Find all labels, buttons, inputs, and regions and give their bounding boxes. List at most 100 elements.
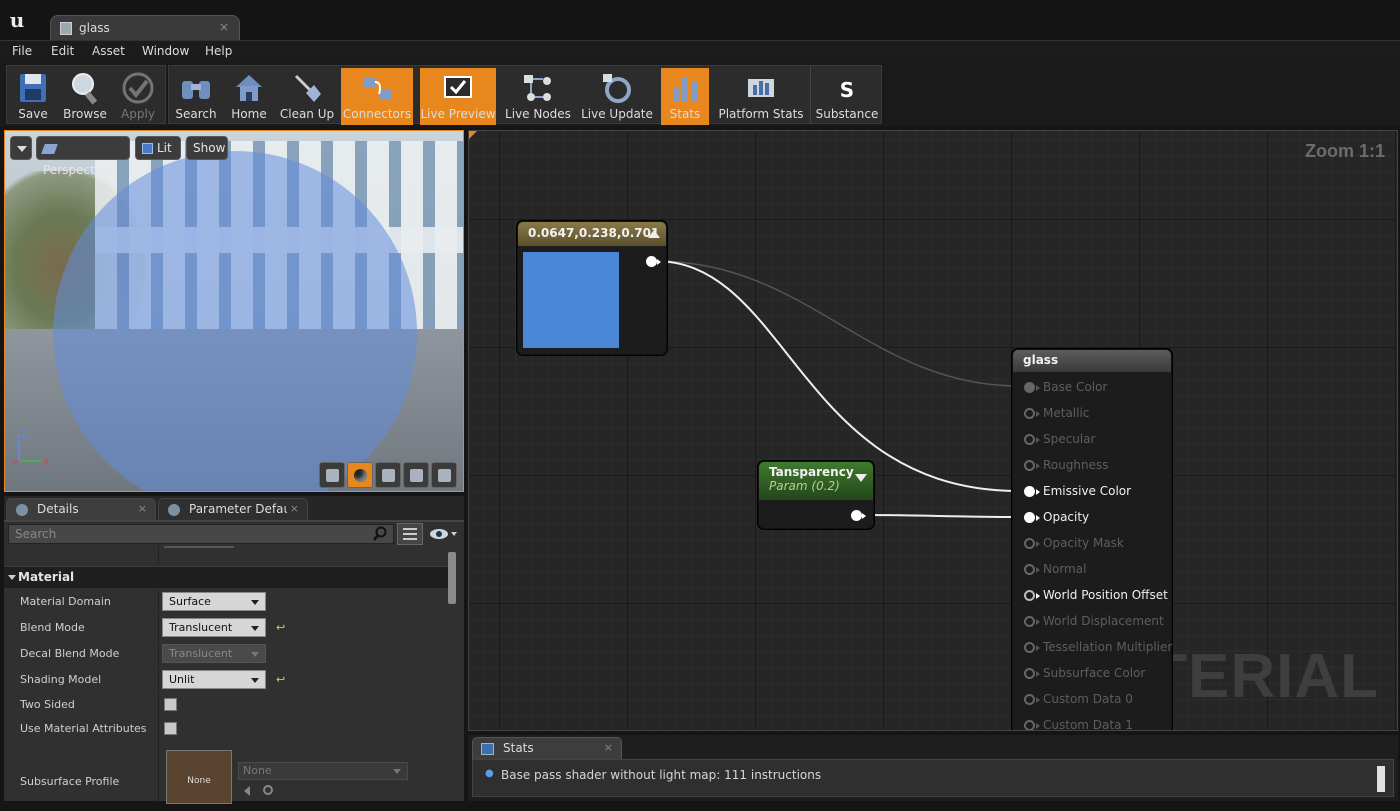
input-pin[interactable]	[1024, 460, 1035, 471]
input-specular[interactable]: Specular	[1013, 427, 1173, 453]
details-search-input[interactable]: Search	[8, 524, 394, 544]
constant-node-header[interactable]: 0.0647,0.238,0.701	[518, 222, 666, 246]
input-world-displacement[interactable]: World Displacement	[1013, 609, 1173, 635]
input-pin[interactable]	[1024, 564, 1035, 575]
two-sided-checkbox[interactable]	[164, 698, 177, 711]
platform-stats-button[interactable]: Platform Stats	[715, 68, 807, 125]
input-world-position-offset[interactable]: World Position Offset	[1013, 583, 1173, 609]
material-domain-select[interactable]: Surface	[162, 592, 266, 611]
input-custom-data-0[interactable]: Custom Data 0	[1013, 687, 1173, 713]
apply-button[interactable]: Apply	[113, 68, 163, 125]
stats-body: ● Base pass shader without light map: 11…	[472, 759, 1394, 797]
material-result-node[interactable]: glass Base Color Metallic Specular Roughnes…	[1012, 349, 1173, 730]
collapse-arrow-icon[interactable]	[648, 230, 660, 238]
subsurface-profile-select[interactable]: None	[238, 762, 408, 780]
view-options-button[interactable]	[397, 523, 423, 545]
input-pin[interactable]	[1024, 694, 1035, 705]
input-pin[interactable]	[1024, 590, 1035, 601]
asset-picker-icons[interactable]	[242, 784, 278, 798]
use-material-attributes-checkbox[interactable]	[164, 722, 177, 735]
blend-mode-select[interactable]: Translucent	[162, 618, 266, 637]
input-metallic[interactable]: Metallic	[1013, 401, 1173, 427]
input-tessellation-multiplier[interactable]: Tessellation Multiplier	[1013, 635, 1173, 661]
menu-help[interactable]: Help	[205, 44, 232, 58]
input-emissive-color[interactable]: Emissive Color	[1013, 479, 1173, 505]
close-icon[interactable]: ×	[604, 741, 613, 754]
binoculars-icon	[182, 81, 210, 99]
live-preview-button[interactable]: Live Preview	[420, 68, 496, 125]
menu-window[interactable]: Window	[142, 44, 189, 58]
input-normal[interactable]: Normal	[1013, 557, 1173, 583]
eye-icon[interactable]	[427, 524, 459, 544]
stats-button[interactable]: Stats	[661, 68, 709, 125]
input-base-color[interactable]: Base Color	[1013, 375, 1173, 401]
close-icon[interactable]: ×	[290, 502, 299, 515]
close-icon[interactable]: ×	[138, 502, 147, 515]
input-opacity[interactable]: Opacity	[1013, 505, 1173, 531]
connectors-label: Connectors	[342, 107, 412, 121]
show-button[interactable]: Show	[186, 136, 228, 160]
preview-plane-button[interactable]	[375, 462, 401, 488]
constant-output-pin[interactable]	[646, 256, 657, 267]
stats-scrollbar[interactable]	[1377, 766, 1385, 792]
input-pin[interactable]	[1024, 434, 1035, 445]
preview-mesh-button[interactable]	[431, 462, 457, 488]
search-button[interactable]: Search	[171, 68, 221, 125]
collapse-arrow-icon[interactable]	[855, 474, 867, 482]
perspective-button[interactable]: Perspective	[36, 136, 130, 177]
viewport-options-button[interactable]	[10, 136, 32, 160]
shading-model-select[interactable]: Unlit	[162, 670, 266, 689]
input-pin[interactable]	[1024, 720, 1035, 730]
save-button[interactable]: Save	[9, 68, 57, 125]
tab-details[interactable]: Details ×	[6, 498, 156, 520]
wire-emissive[interactable]	[654, 260, 1020, 492]
menu-file[interactable]: File	[12, 44, 32, 58]
preview-viewport[interactable]: Perspective Lit Show ZX	[4, 130, 464, 492]
live-update-button[interactable]: Live Update	[579, 68, 655, 125]
material-graph[interactable]: Zoom 1:1 MATERIAL 0.0647,0.238,0.701 Tan…	[468, 130, 1398, 731]
reset-to-default-icon[interactable]: ↩	[276, 673, 285, 686]
home-button[interactable]: Home	[225, 68, 273, 125]
preview-sphere-button[interactable]	[347, 462, 373, 488]
scalar-parameter-node[interactable]: Tansparency Param (0.2)	[758, 461, 874, 529]
input-subsurface-color[interactable]: Subsurface Color	[1013, 661, 1173, 687]
tab-stats[interactable]: Stats ×	[472, 737, 622, 759]
input-pin[interactable]	[1024, 486, 1035, 497]
lit-button[interactable]: Lit	[135, 136, 181, 160]
input-pin[interactable]	[1024, 382, 1035, 393]
input-pin[interactable]	[1024, 538, 1035, 549]
input-pin[interactable]	[1024, 616, 1035, 627]
document-tab[interactable]: glass ×	[50, 15, 240, 41]
search-icon[interactable]	[372, 526, 388, 542]
input-label: World Displacement	[1043, 614, 1164, 628]
input-pin[interactable]	[1024, 668, 1035, 679]
parameter-output-pin[interactable]	[851, 510, 862, 521]
search-label: Search	[175, 107, 217, 121]
substance-button[interactable]: S Substance	[813, 68, 881, 125]
preview-cylinder-button[interactable]	[319, 462, 345, 488]
connectors-button[interactable]: Connectors	[341, 68, 413, 125]
preview-cube-button[interactable]	[403, 462, 429, 488]
wire-opacity[interactable]	[861, 514, 1020, 518]
live-nodes-button[interactable]: Live Nodes	[501, 68, 575, 125]
input-opacity-mask[interactable]: Opacity Mask	[1013, 531, 1173, 557]
reset-to-default-icon[interactable]: ↩	[276, 621, 285, 634]
clean-up-button[interactable]: Clean Up	[277, 68, 337, 125]
input-pin[interactable]	[1024, 408, 1035, 419]
result-node-header[interactable]: glass	[1013, 350, 1171, 372]
material-category-header[interactable]: Material	[4, 566, 452, 588]
menu-asset[interactable]: Asset	[92, 44, 125, 58]
close-icon[interactable]: ×	[219, 20, 229, 34]
subsurface-profile-thumbnail[interactable]: None	[166, 750, 232, 804]
input-custom-data-1[interactable]: Custom Data 1	[1013, 713, 1173, 730]
tab-parameter-defaults[interactable]: Parameter Defaults ×	[158, 498, 308, 520]
input-roughness[interactable]: Roughness	[1013, 453, 1173, 479]
browse-button[interactable]: Browse	[59, 68, 111, 125]
parameter-node-header[interactable]: Tansparency Param (0.2)	[759, 462, 873, 500]
unreal-logo-icon[interactable]: u	[4, 7, 30, 33]
constant3vector-node[interactable]: 0.0647,0.238,0.701	[517, 221, 667, 355]
input-pin[interactable]	[1024, 512, 1035, 523]
input-pin[interactable]	[1024, 642, 1035, 653]
pin-arrow-icon	[1036, 385, 1040, 391]
menu-edit[interactable]: Edit	[51, 44, 74, 58]
